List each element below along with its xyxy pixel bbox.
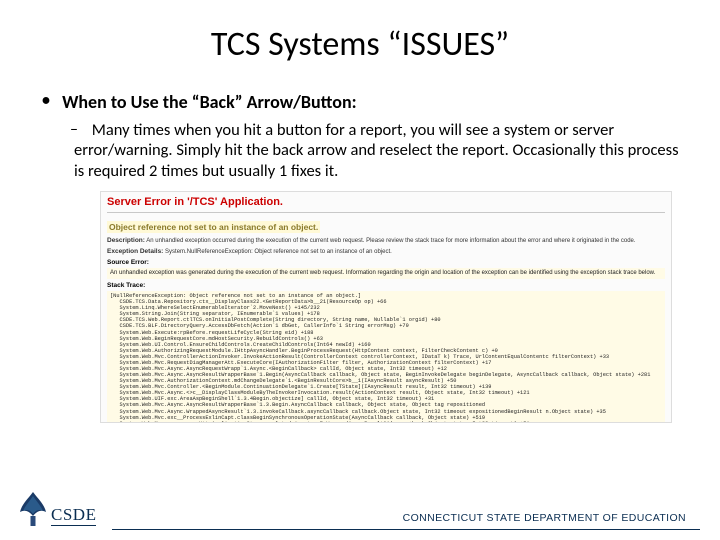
error-screenshot: Server Error in '/TCS' Application. Obje…: [100, 191, 672, 423]
exc-label: Exception Details:: [107, 248, 163, 255]
exc-body: System.NullReferenceException: Object re…: [165, 249, 392, 255]
org-label: CONNECTICUT STATE DEPARTMENT OF EDUCATIO…: [397, 512, 686, 524]
desc-body: An unhandled exception occurred during t…: [146, 238, 635, 244]
tree-icon: [18, 490, 48, 526]
source-error-body: An unhandled exception was generated dur…: [107, 268, 665, 279]
desc-label: Description:: [107, 237, 145, 244]
sub-bullet-list: Many times when you hit a button for a r…: [44, 120, 690, 182]
stack-trace-label: Stack Trace:: [107, 282, 665, 289]
error-description: Description: An unhandled exception occu…: [107, 237, 665, 245]
error-title: Server Error in '/TCS' Application.: [107, 196, 665, 210]
exception-details: Exception Details: System.NullReferenceE…: [107, 248, 665, 256]
bullet-list: When to Use the “Back” Arrow/Button: Man…: [30, 91, 690, 181]
logo-text: CSDE: [51, 506, 96, 526]
footer-line: CONNECTICUT STATE DEPARTMENT OF EDUCATIO…: [112, 529, 700, 530]
error-hr: [107, 212, 665, 213]
stack-trace: [NullReferenceException: Object referenc…: [107, 291, 665, 423]
footer: CSDE CONNECTICUT STATE DEPARTMENT OF EDU…: [0, 529, 720, 530]
error-subtitle: Object reference not set to an instance …: [107, 221, 320, 233]
slide-title: TCS Systems “ISSUES”: [30, 24, 690, 65]
sub-bullet: Many times when you hit a button for a r…: [74, 120, 690, 182]
source-error-label: Source Error:: [107, 259, 665, 266]
bullet-heading-text: When to Use the “Back” Arrow/Button:: [62, 91, 357, 113]
sub-bullet-text: Many times when you hit a button for a r…: [74, 120, 679, 181]
logo: CSDE: [18, 490, 96, 526]
bullet-heading: When to Use the “Back” Arrow/Button: Man…: [44, 91, 690, 181]
